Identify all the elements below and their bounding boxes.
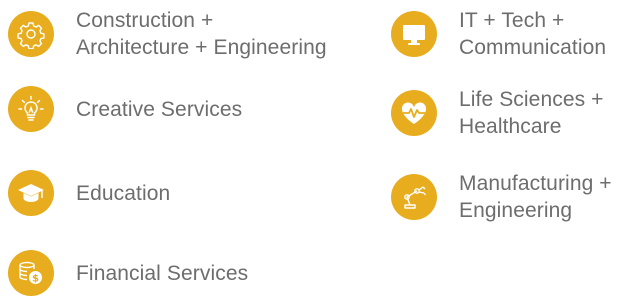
industry-it-tech[interactable]: IT + Tech + Communication [391,7,606,61]
industry-creative-services[interactable]: Creative Services [8,86,242,132]
industry-label: Manufacturing + Engineering [459,172,612,222]
industry-construction[interactable]: Construction + Architecture + Engineerin… [8,7,327,61]
industry-label: Education [76,181,171,205]
graduation-cap-icon [8,170,54,216]
heartbeat-icon [391,90,437,136]
industry-manufacturing[interactable]: Manufacturing + Engineering [391,170,612,224]
industry-label: Financial Services [76,261,249,285]
industry-life-sciences[interactable]: Life Sciences + Healthcare [391,86,604,140]
robot-arm-icon [391,174,437,220]
lightbulb-icon [8,86,54,132]
industry-label: Creative Services [76,97,243,121]
gear-icon [8,11,54,57]
industry-label: IT + Tech + Communication [459,9,607,59]
monitor-icon [391,11,437,57]
coins-icon: $ [8,250,54,296]
industry-financial-services[interactable]: $ Financial Services [8,250,248,296]
industry-label: Construction + Architecture + Engineerin… [76,9,327,59]
industry-education[interactable]: Education [8,170,170,216]
svg-text:$: $ [32,274,39,285]
industry-label: Life Sciences + Healthcare [459,88,604,138]
